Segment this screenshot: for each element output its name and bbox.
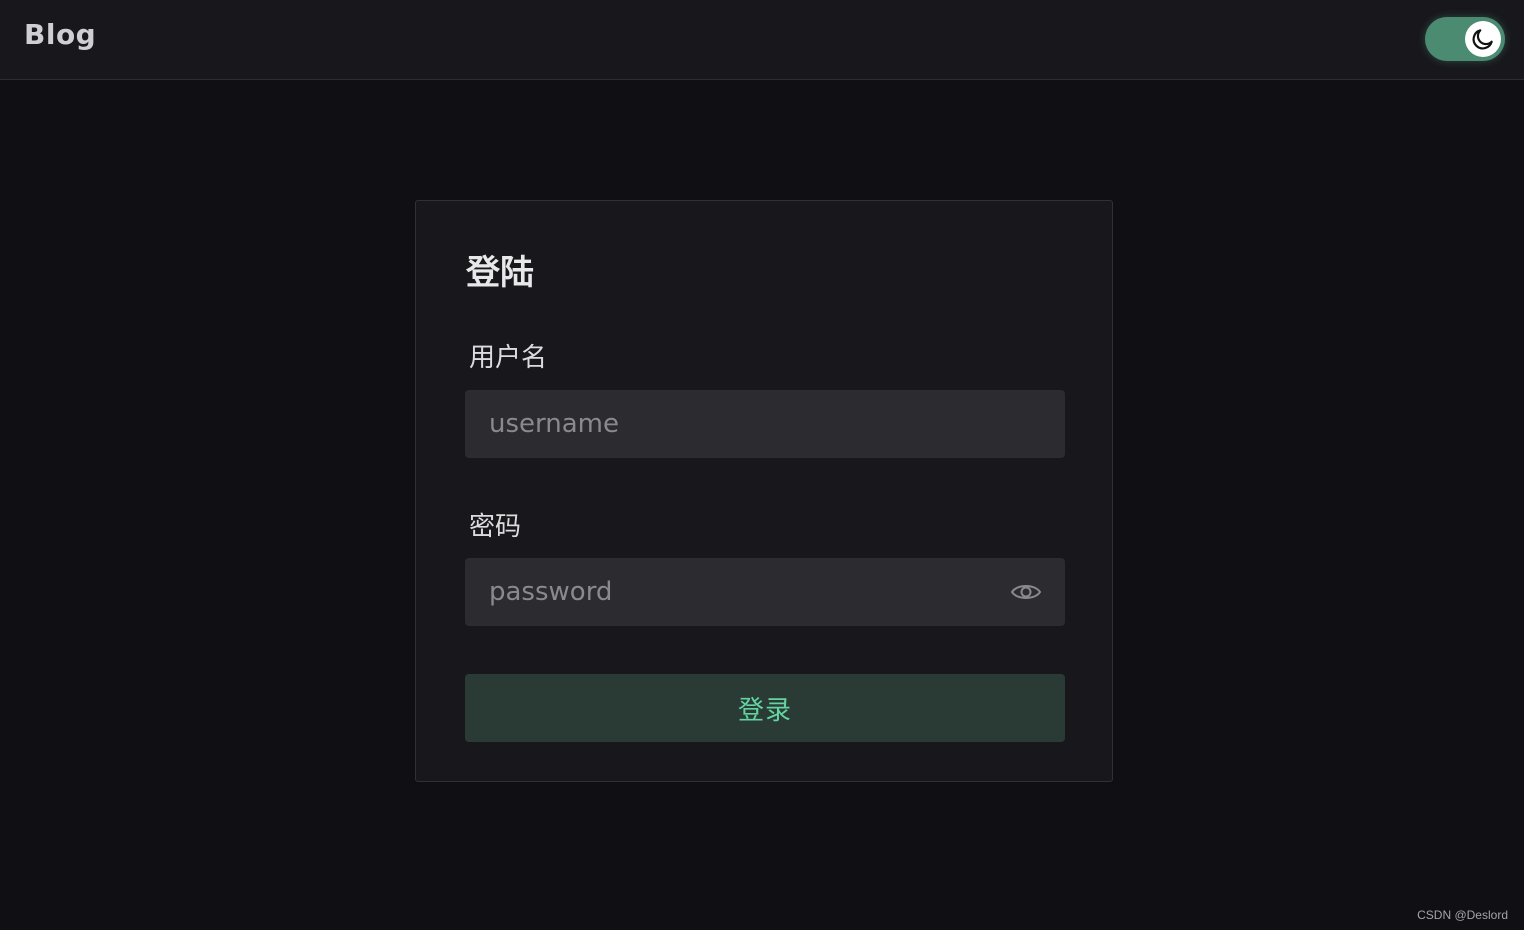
password-visibility-toggle[interactable] — [1009, 577, 1043, 607]
eye-icon — [1010, 585, 1042, 599]
watermark-text: CSDN @Deslord — [1417, 908, 1508, 922]
brand-logo[interactable]: Blog — [24, 18, 96, 51]
username-field-wrapper — [465, 390, 1065, 458]
password-field-wrapper — [465, 558, 1065, 626]
moon-icon — [1472, 29, 1493, 50]
theme-toggle-switch[interactable] — [1425, 17, 1505, 61]
password-input[interactable] — [465, 558, 1065, 626]
password-label: 密码 — [469, 512, 522, 542]
login-card: 登陆 用户名 密码 登录 — [415, 200, 1113, 782]
username-label: 用户名 — [469, 343, 548, 373]
toggle-knob — [1465, 21, 1501, 57]
login-button[interactable]: 登录 — [465, 674, 1065, 742]
top-navbar: Blog — [0, 0, 1524, 80]
username-input[interactable] — [465, 390, 1065, 458]
login-title: 登陆 — [466, 253, 534, 293]
